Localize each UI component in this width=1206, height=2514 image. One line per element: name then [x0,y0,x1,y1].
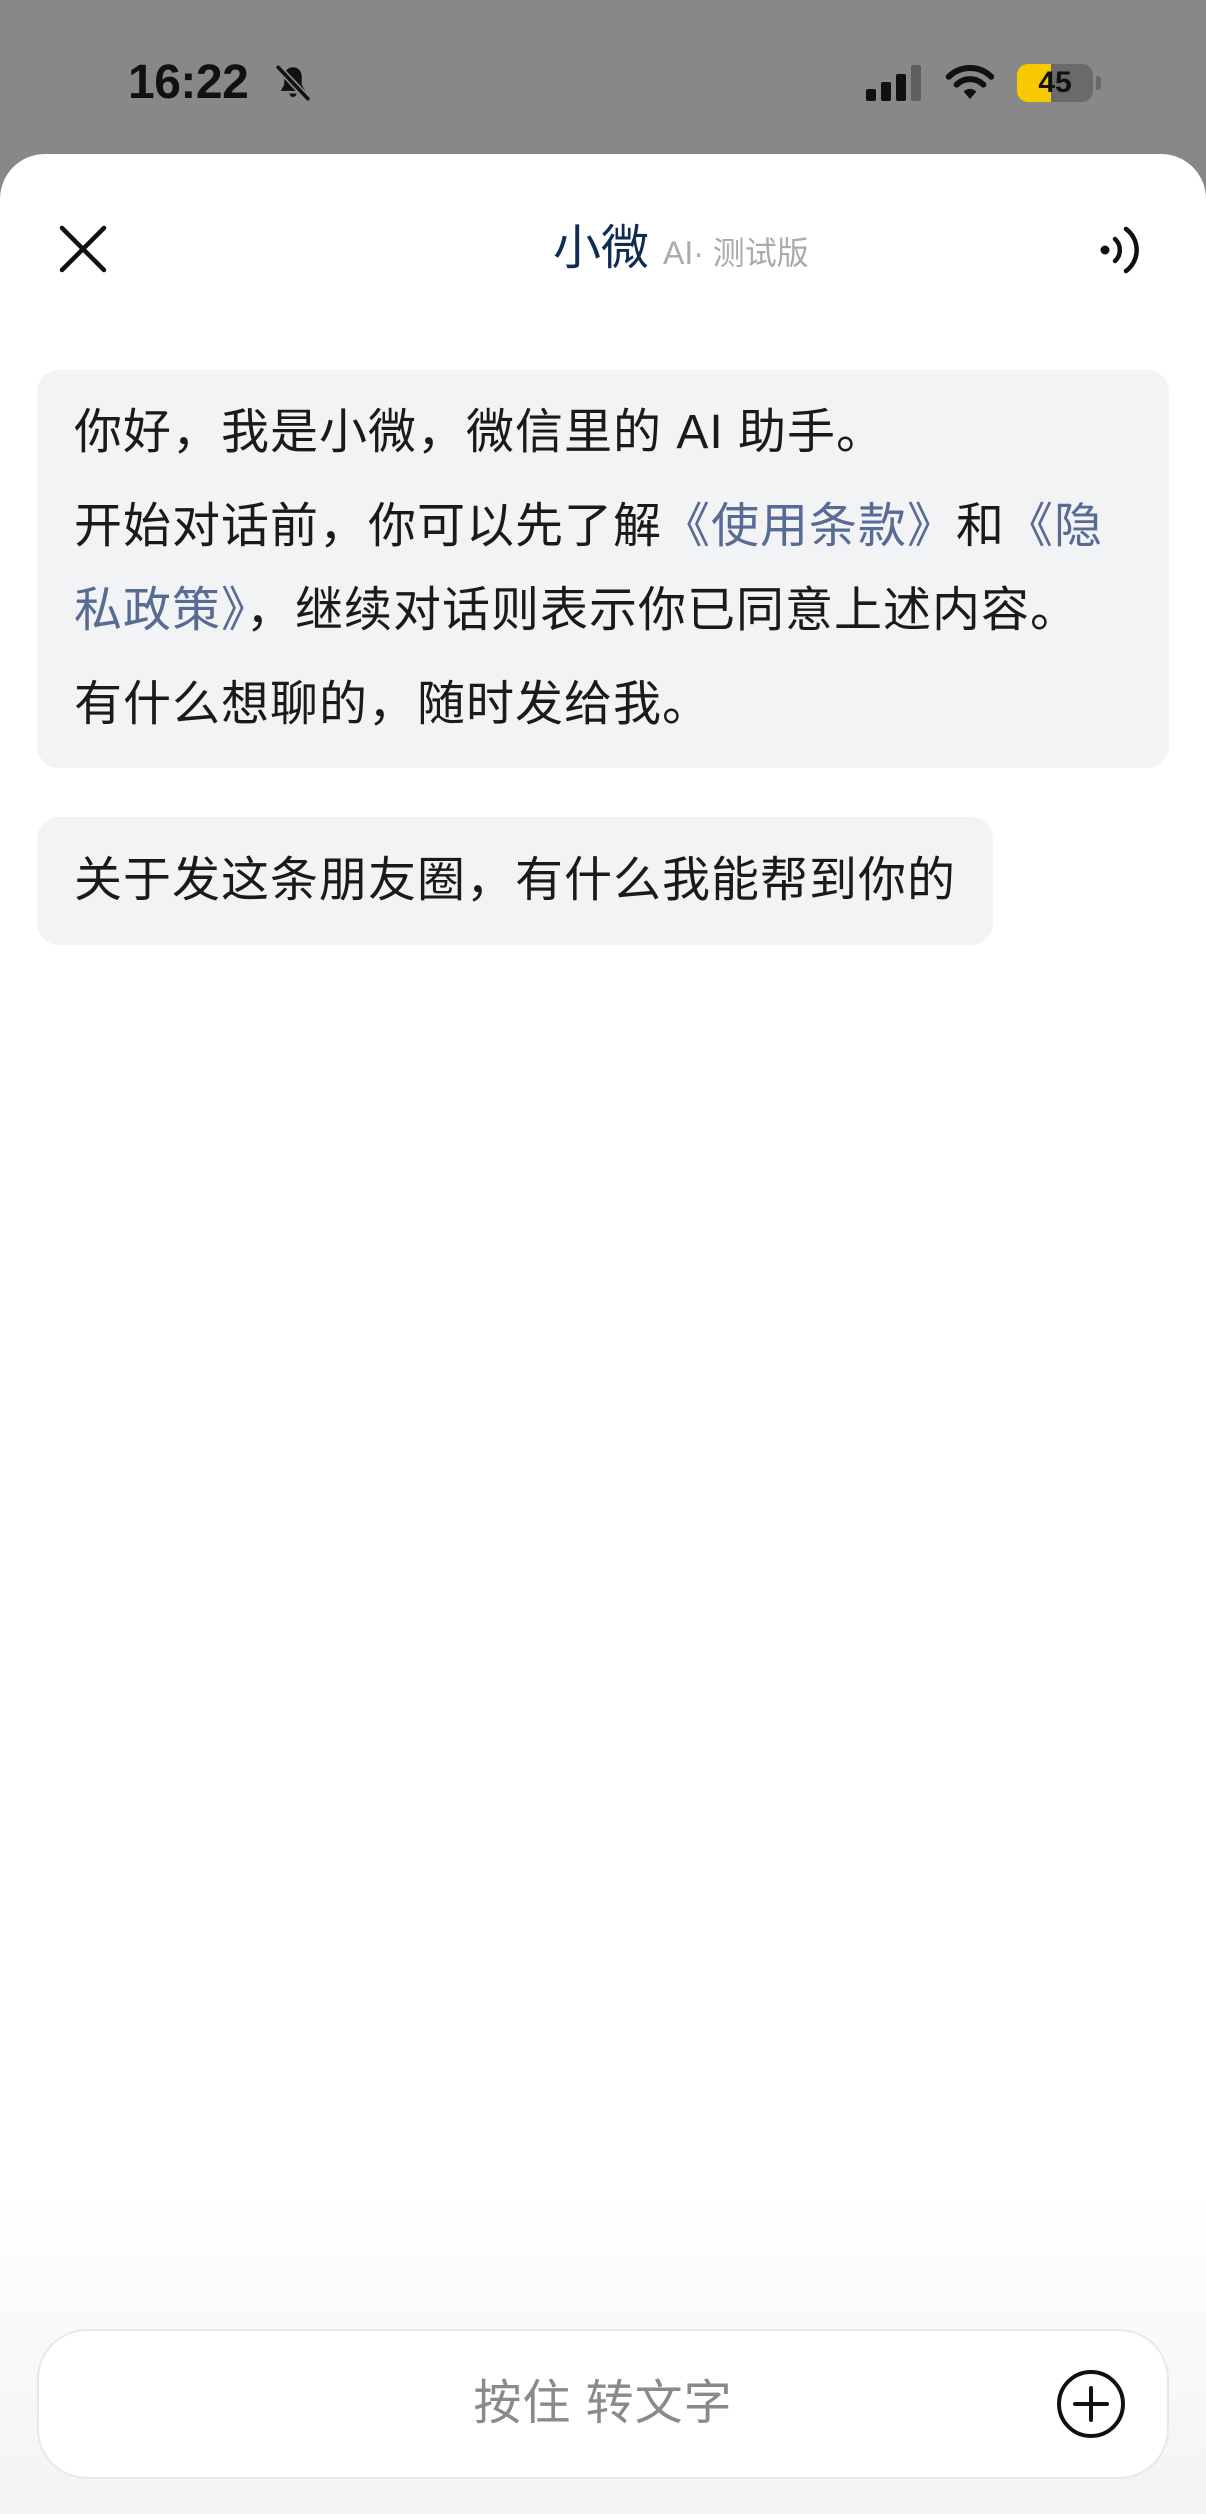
status-time: 16:22 [128,56,249,109]
plus-circle-icon[interactable] [1056,2369,1126,2439]
prompt-text: 关于发这条朋友圈，有什么我能帮到你的 [74,854,957,907]
consent-text: 开始对话前，你可以先了解《使用条款》和《隐私政策》，继续对话则表示你已同意上述内… [74,485,1132,653]
hold-to-talk-bar[interactable]: 按住 转文字 [37,2329,1169,2479]
chat-messages: 你好，我是小微，微信里的 AI 助手。 开始对话前，你可以先了解《使用条款》和《… [37,370,1169,945]
battery-icon: 45 [1017,64,1093,102]
wifi-icon [945,65,995,99]
hold-to-talk-label[interactable]: 按住 转文字 [39,2331,1167,2477]
invite-text: 有什么想聊的，随时发给我。 [74,678,712,731]
beta-badge: AI· 测试版 [663,235,809,271]
status-bar: 16:22 45 [0,0,1206,154]
voice-playback-button[interactable] [1098,224,1144,276]
assistant-message-prompt: 关于发这条朋友圈，有什么我能帮到你的 [37,817,994,945]
bell-slash-icon [275,64,311,102]
page-title: 小微 [553,222,650,275]
header-title-group: 小微 AI· 测试版 [553,219,809,279]
close-button[interactable] [57,223,109,275]
battery-cap [1096,76,1101,90]
assistant-message-intro: 你好，我是小微，微信里的 AI 助手。 开始对话前，你可以先了解《使用条款》和《… [37,370,1169,768]
battery-percent: 45 [1038,66,1072,99]
terms-of-use-link[interactable]: 《使用条款》 [662,500,956,553]
consent-prefix: 开始对话前，你可以先了解 [74,500,663,553]
signal-icon [866,65,921,101]
consent-and: 和 [956,500,1006,553]
ai-assistant-sheet: 小微 AI· 测试版 你好，我是小微，微信里的 AI 助手。 开始对话前，你可以… [0,154,1206,2514]
consent-suffix: ，继续对话则表示你已同意上述内容。 [246,584,1080,637]
close-icon[interactable] [57,223,109,275]
speaker-icon[interactable] [1098,224,1144,276]
greeting-text: 你好，我是小微，微信里的 AI 助手。 [74,406,886,459]
